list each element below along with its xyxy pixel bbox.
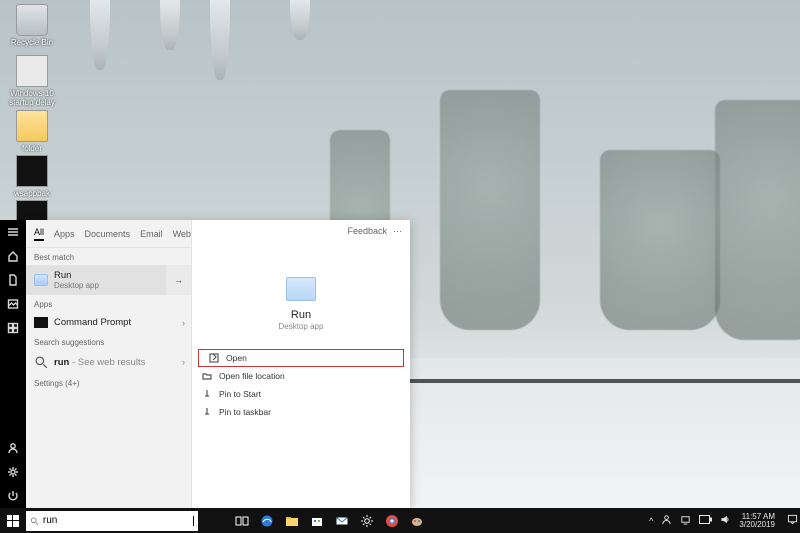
- result-label: Run: [54, 270, 99, 281]
- explorer-icon[interactable]: [284, 513, 300, 529]
- desktop-icon-recycle-bin[interactable]: Recycle Bin: [5, 4, 59, 47]
- tray-volume-icon[interactable]: [720, 514, 731, 527]
- desktop-icon-doc[interactable]: Windows 10 startup delay: [5, 55, 59, 107]
- rail-pic-icon[interactable]: [0, 292, 26, 316]
- result-label: run - See web results: [54, 357, 145, 368]
- rail-home-icon[interactable]: [0, 244, 26, 268]
- section-settings: Settings (4+): [26, 374, 191, 391]
- wallpaper-tree: [440, 90, 540, 330]
- action-pin-start[interactable]: Pin to Start: [192, 385, 410, 403]
- settings-icon[interactable]: [359, 513, 375, 529]
- search-panel: All Apps Documents Email Web More ▾ Best…: [26, 220, 410, 508]
- tab-apps[interactable]: Apps: [54, 229, 75, 239]
- taskbar-search[interactable]: [26, 511, 198, 531]
- section-best-match: Best match: [26, 248, 191, 265]
- run-icon: [34, 274, 48, 286]
- store-icon[interactable]: [309, 513, 325, 529]
- feedback-link[interactable]: Feedback: [347, 226, 387, 237]
- chrome-icon[interactable]: [384, 513, 400, 529]
- chevron-right-icon: ›: [182, 357, 185, 367]
- action-open-file-location[interactable]: Open file location: [192, 367, 410, 385]
- search-icon: [34, 355, 48, 369]
- expand-arrow[interactable]: →: [166, 265, 191, 295]
- cmd-icon: [34, 317, 48, 328]
- tab-documents[interactable]: Documents: [85, 229, 131, 239]
- rail-gear-icon[interactable]: [0, 460, 26, 484]
- tray-people-icon[interactable]: [661, 514, 672, 527]
- search-icon: [30, 516, 39, 526]
- taskbar-pinned-apps: [234, 513, 425, 529]
- section-apps: Apps: [26, 295, 191, 312]
- search-preview-pane: Feedback ⋯ Run Desktop app Open Open fil…: [191, 220, 410, 508]
- pin-icon: [202, 407, 212, 417]
- rail-power-icon[interactable]: [0, 484, 26, 508]
- edge-icon[interactable]: [259, 513, 275, 529]
- system-tray: ^ 11:57 AM 3/20/2019: [649, 513, 800, 529]
- tab-email[interactable]: Email: [140, 229, 163, 239]
- tab-all[interactable]: All: [34, 227, 44, 241]
- folder-icon: [202, 371, 212, 381]
- action-open[interactable]: Open: [198, 349, 404, 367]
- more-options-icon[interactable]: ⋯: [393, 226, 402, 237]
- text-caret: [193, 516, 194, 526]
- preview-title: Run: [291, 309, 311, 321]
- task-view-button[interactable]: [234, 513, 250, 529]
- rail-doc-icon[interactable]: [0, 268, 26, 292]
- result-web-run[interactable]: run - See web results ›: [26, 350, 191, 374]
- start-rail: [0, 220, 26, 508]
- taskbar-clock[interactable]: 11:57 AM 3/20/2019: [739, 513, 779, 529]
- run-icon: [286, 277, 316, 301]
- result-command-prompt[interactable]: Command Prompt ›: [26, 312, 191, 333]
- open-icon: [209, 353, 219, 363]
- desktop: Recycle Bin Windows 10 startup delay fol…: [0, 0, 800, 533]
- result-label: Command Prompt: [54, 317, 131, 328]
- wallpaper-icicle: [290, 0, 310, 40]
- tab-web[interactable]: Web: [173, 229, 191, 239]
- pin-icon: [202, 389, 212, 399]
- desktop-icon-cmd[interactable]: wsappbak: [5, 155, 59, 198]
- notifications-icon[interactable]: [787, 514, 798, 527]
- section-suggestions: Search suggestions: [26, 333, 191, 350]
- tray-overflow-icon[interactable]: ^: [649, 516, 653, 526]
- rail-menu-icon[interactable]: [0, 220, 26, 244]
- mail-icon[interactable]: [334, 513, 350, 529]
- rail-grid-icon[interactable]: [0, 316, 26, 340]
- search-filter-tabs: All Apps Documents Email Web More ▾: [26, 220, 191, 248]
- wallpaper-tree: [600, 150, 720, 330]
- wallpaper-tree: [715, 100, 800, 340]
- paint-icon[interactable]: [409, 513, 425, 529]
- tray-battery-icon[interactable]: [699, 515, 712, 526]
- preview-actions: Open Open file location Pin to Start Pin…: [192, 349, 410, 421]
- taskbar: ^ 11:57 AM 3/20/2019: [0, 508, 800, 533]
- chevron-right-icon: ›: [182, 318, 185, 328]
- search-results-column: All Apps Documents Email Web More ▾ Best…: [26, 220, 191, 508]
- wallpaper-icicle: [160, 0, 180, 50]
- preview-sub: Desktop app: [279, 322, 324, 331]
- wallpaper-icicle: [90, 0, 110, 70]
- action-pin-taskbar[interactable]: Pin to taskbar: [192, 403, 410, 421]
- desktop-icon-folder[interactable]: folder: [5, 110, 59, 153]
- wallpaper-icicle: [210, 0, 230, 80]
- result-run[interactable]: Run Desktop app: [26, 265, 166, 295]
- start-button[interactable]: [0, 508, 26, 533]
- rail-user-icon[interactable]: [0, 436, 26, 460]
- windows-icon: [7, 515, 19, 527]
- search-input[interactable]: [43, 515, 188, 526]
- tray-network-icon[interactable]: [680, 514, 691, 527]
- result-sub: Desktop app: [54, 281, 99, 290]
